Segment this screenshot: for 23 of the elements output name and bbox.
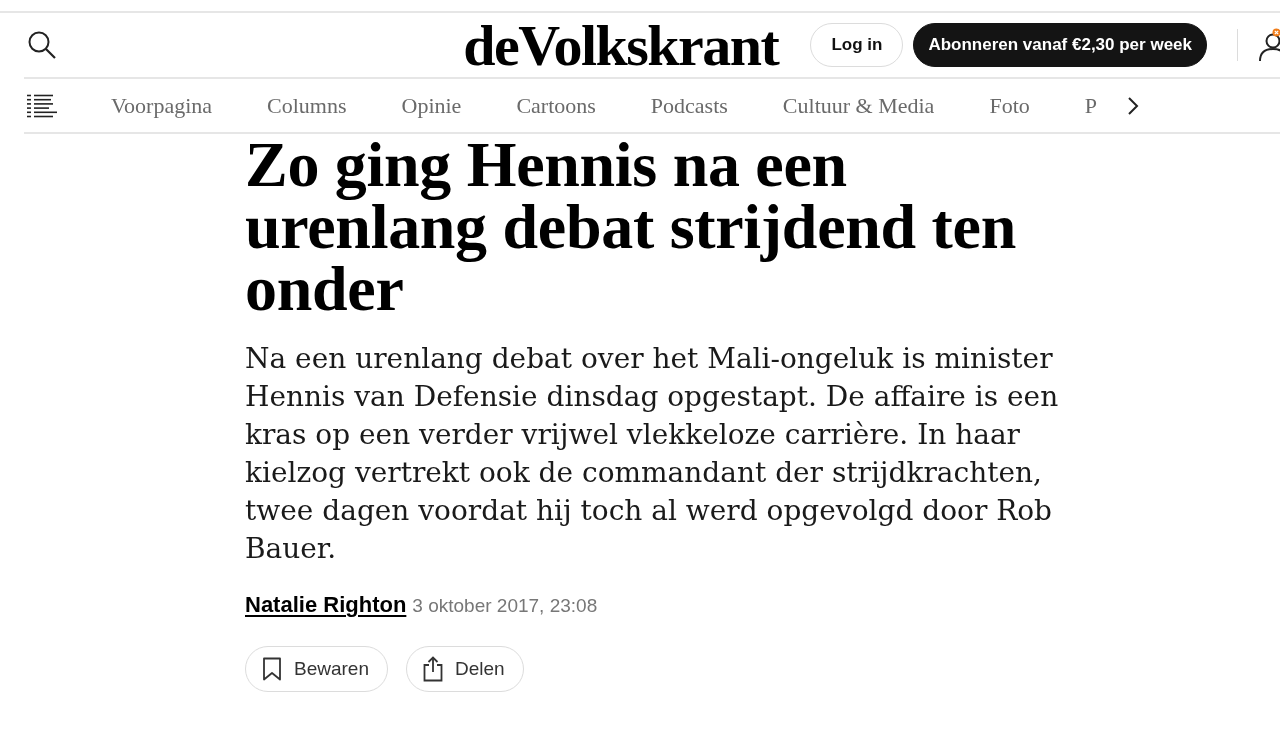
chevron-right-icon[interactable]: [1127, 95, 1139, 116]
share-icon: [423, 656, 443, 682]
article-headline: Zo ging Hennis na een urenlang debat strijdend ten onder: [245, 134, 1017, 320]
menu-icon[interactable]: [27, 93, 57, 118]
nav-link[interactable]: Cartoons: [516, 92, 596, 119]
subscribe-button[interactable]: Abonneren vanaf €2,30 per week: [913, 23, 1207, 67]
save-button[interactable]: Bewaren: [245, 646, 388, 692]
publish-date: 3 oktober 2017, 23:08: [412, 595, 598, 617]
nav-link[interactable]: P: [1084, 92, 1097, 119]
login-button[interactable]: Log in: [810, 23, 904, 67]
nav-link[interactable]: Podcasts: [650, 92, 728, 119]
search-icon[interactable]: [28, 31, 56, 59]
site-logo[interactable]: deVolkskrant: [463, 15, 779, 75]
author-link[interactable]: Natalie Righton: [245, 592, 407, 618]
nav-link[interactable]: Voorpagina: [111, 92, 213, 119]
nav-link[interactable]: Cultuur & Media: [782, 92, 935, 119]
nav-link[interactable]: Foto: [989, 92, 1030, 119]
bookmark-icon: [262, 657, 282, 681]
share-button[interactable]: Delen: [406, 646, 524, 692]
nav-link[interactable]: Opinie: [401, 92, 462, 119]
nav-link[interactable]: Columns: [267, 92, 347, 119]
user-icon[interactable]: [1258, 28, 1280, 62]
article-lead: Na een urenlang debat over het Mali-ongeluk is minister Hennis van Defensie dinsdag opgestapt. De affaire is een kras op een verder vrijwel vlekkeloze carrière. In haar kielzog vertrekt ook de commandant der strijdkrachten, twee dagen voordat hij toch al werd opgevolgd door Rob Bauer.: [245, 341, 1060, 567]
